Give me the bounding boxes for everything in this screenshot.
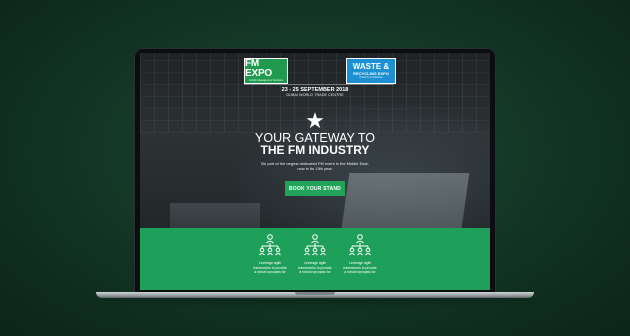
exhibition-booth (340, 173, 470, 235)
fm-expo-logo-title: FM EXPO (245, 58, 272, 79)
hero-subtitle: Be part of the largest dedicated FM even… (255, 161, 375, 171)
waste-expo-logo-title: WASTE & (352, 62, 390, 71)
org-chart-icon (304, 234, 326, 256)
feature-text-line: a robust synopsis for (254, 270, 286, 275)
feature-item: Leverage agile frameworks to provide a r… (293, 233, 337, 275)
feature-text: Leverage agile frameworks to provide a r… (338, 261, 382, 275)
feature-text-line: a robust synopsis for (344, 270, 376, 275)
feature-text: Leverage agile frameworks to provide a r… (248, 261, 292, 275)
star-icon: ★ (305, 108, 325, 133)
fm-expo-logo-tagline: Facility Management Solutions (248, 79, 284, 82)
fm-expo-logo[interactable]: FM EXPO Facility Management Solutions (244, 58, 288, 84)
feature-text-line: a robust synopsis for (299, 270, 331, 275)
laptop-notch (295, 292, 335, 295)
feature-item: Leverage agile frameworks to provide a r… (338, 233, 382, 275)
feature-text: Leverage agile frameworks to provide a r… (293, 261, 337, 275)
feature-item: Leverage agile frameworks to provide a r… (248, 233, 292, 275)
hero-subtitle-line2: now in its 13th year. (297, 166, 333, 171)
laptop-shadow (100, 298, 530, 302)
laptop-mockup: FM EXPO Facility Management Solutions WA… (0, 0, 630, 336)
waste-expo-logo[interactable]: WASTE & RECYCLING EXPO Products & Soluti… (346, 58, 396, 84)
header-divider (244, 84, 394, 85)
org-chart-icon (349, 234, 371, 256)
book-stand-button[interactable]: BOOK YOUR STAND (285, 181, 345, 196)
hero-title-line2: THE FM INDUSTRY (260, 143, 370, 157)
org-chart-icon (259, 234, 281, 256)
waste-expo-logo-tagline: Products & Solutions (359, 76, 383, 79)
event-venue: DUBAI WORLD TRADE CENTRE (286, 93, 344, 97)
